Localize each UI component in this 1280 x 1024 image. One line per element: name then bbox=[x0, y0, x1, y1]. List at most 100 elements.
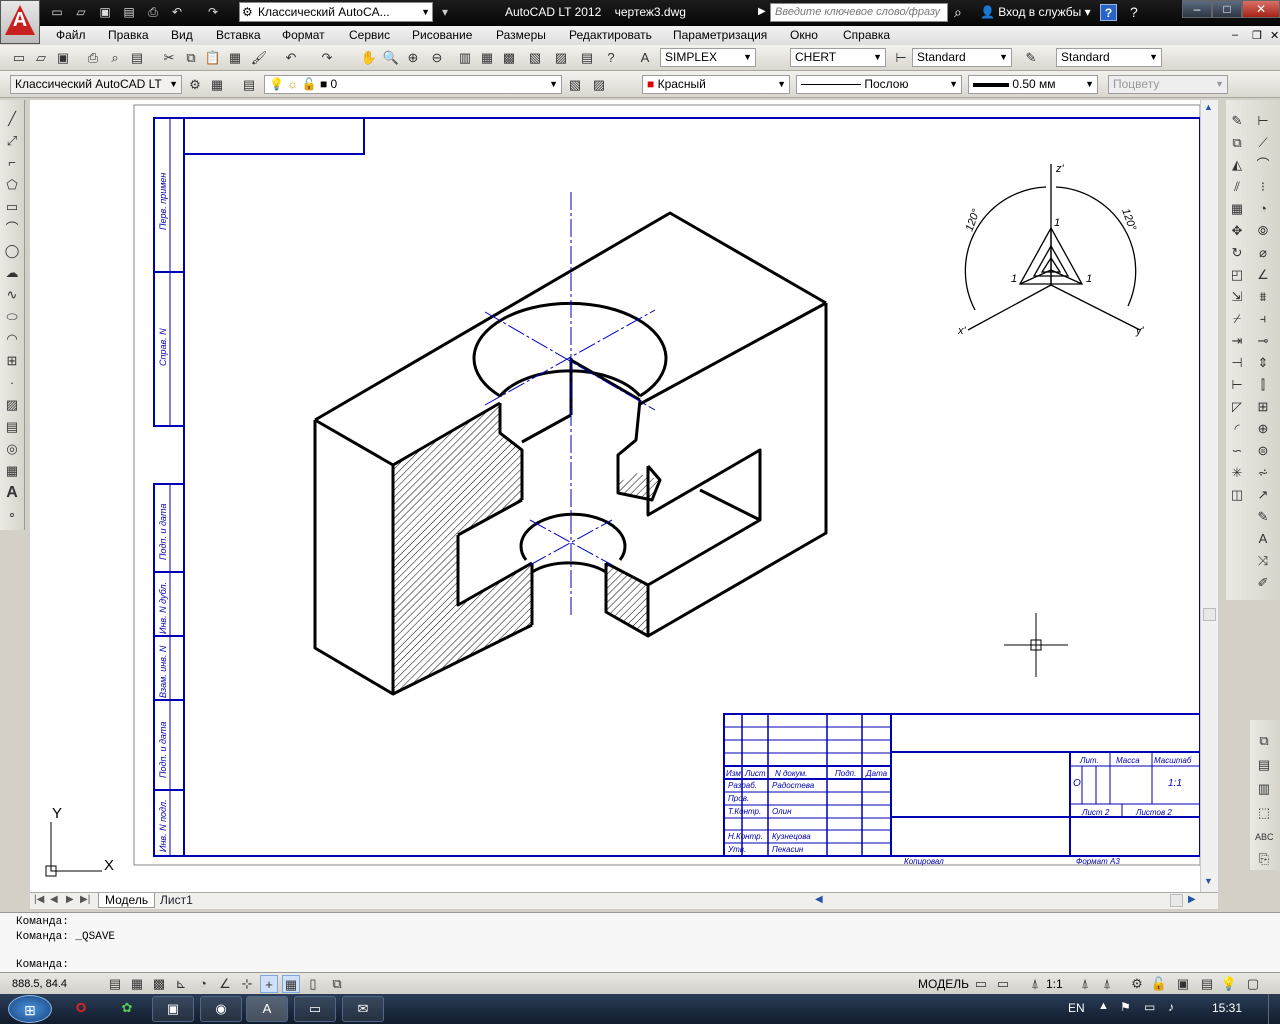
menu-parametric[interactable]: Параметризация bbox=[673, 28, 767, 42]
menu-draw[interactable]: Рисование bbox=[412, 28, 472, 42]
selection-cycling-icon[interactable]: ⧉ bbox=[328, 975, 346, 993]
close-button[interactable]: ✕ bbox=[1242, 0, 1280, 18]
scroll-down-icon[interactable]: ▼ bbox=[1204, 876, 1213, 886]
dim-text-edit-icon[interactable]: ✎ bbox=[1254, 508, 1272, 526]
icq-taskbar-icon[interactable]: ✿ bbox=[106, 996, 148, 1022]
ucs-icon[interactable]: ⬚ bbox=[1255, 804, 1273, 822]
hatch-icon[interactable]: ▨ bbox=[3, 396, 21, 414]
zoom-previous-icon[interactable]: ⊖ bbox=[428, 49, 446, 67]
command-window[interactable]: Команда: Команда: _QSAVE Команда: bbox=[0, 912, 1280, 972]
vertical-scrollbar[interactable]: ▲ ▼ bbox=[1200, 100, 1218, 892]
arc-length-icon[interactable]: ⌒ bbox=[1254, 156, 1272, 174]
layer-previous-icon[interactable]: ▨ bbox=[590, 76, 608, 94]
workspace-settings-icon[interactable]: ⚙ bbox=[186, 76, 204, 94]
ordinate-icon[interactable]: ⁝ bbox=[1254, 178, 1272, 196]
construction-line-icon[interactable]: ⤢ bbox=[3, 132, 21, 150]
tab-model[interactable]: Модель bbox=[98, 893, 156, 908]
line-icon[interactable]: ╱ bbox=[3, 110, 21, 128]
flag-icon[interactable]: ⚑ bbox=[1120, 1000, 1131, 1014]
menu-insert[interactable]: Вставка bbox=[216, 28, 261, 42]
explode-icon[interactable]: ✳ bbox=[1228, 464, 1246, 482]
opera-taskbar-icon[interactable]: O bbox=[60, 996, 102, 1022]
break-icon[interactable]: ⊣ bbox=[1228, 354, 1246, 372]
quick-view-layouts-icon[interactable]: ▭ bbox=[972, 975, 990, 993]
tolerance-icon[interactable]: ⊞ bbox=[1254, 398, 1272, 416]
angular-icon[interactable]: ∠ bbox=[1254, 266, 1272, 284]
autoscale-icon[interactable]: ⍋ bbox=[1098, 975, 1116, 993]
spell-check-icon[interactable]: ABC bbox=[1255, 828, 1274, 846]
show-desktop-button[interactable] bbox=[1268, 994, 1280, 1024]
otrack-icon[interactable]: ⊹ bbox=[238, 975, 256, 993]
annotation-scale-value[interactable]: 1:1 bbox=[1046, 977, 1063, 991]
blend-icon[interactable]: ∽ bbox=[1228, 442, 1246, 460]
search-input[interactable]: Введите ключевое слово/фразу bbox=[770, 3, 948, 22]
named-views-icon[interactable]: ⧉ bbox=[1255, 732, 1273, 750]
mtext-icon[interactable]: A bbox=[3, 484, 21, 502]
paste-icon[interactable]: 📋 bbox=[204, 49, 222, 67]
mail-taskbar-icon[interactable]: ✉ bbox=[342, 996, 384, 1022]
redo-icon[interactable]: ↷ bbox=[318, 49, 336, 67]
make-current-layer-icon[interactable]: ▧ bbox=[566, 76, 584, 94]
extend-icon[interactable]: ⇥ bbox=[1228, 332, 1246, 350]
workspace-switch-icon[interactable]: ⚙ bbox=[1128, 975, 1146, 993]
command-prompt[interactable]: Команда: bbox=[16, 959, 69, 971]
trim-icon[interactable]: ⌿ bbox=[1228, 310, 1246, 328]
table-icon[interactable]: ▦ bbox=[3, 462, 21, 480]
application-menu-button[interactable]: A bbox=[0, 0, 40, 44]
text-font-select[interactable]: CHERT ▼ bbox=[790, 48, 886, 67]
menu-edit[interactable]: Правка bbox=[108, 28, 149, 42]
calculator-icon[interactable]: ▤ bbox=[578, 49, 596, 67]
menu-dimension[interactable]: Размеры bbox=[496, 28, 546, 42]
inspect-icon[interactable]: ⊜ bbox=[1254, 442, 1272, 460]
save-as-icon[interactable]: ▤ bbox=[120, 3, 138, 21]
dim-style-select[interactable]: Standard ▼ bbox=[912, 48, 1012, 67]
add-selected-icon[interactable]: ∘ bbox=[3, 506, 21, 524]
clock[interactable]: 15:31 bbox=[1212, 1001, 1242, 1015]
layer-properties-icon[interactable]: ▤ bbox=[240, 76, 258, 94]
coordinates-readout[interactable]: 888.5, 84.4 bbox=[12, 978, 67, 990]
grid-display-icon[interactable]: ▩ bbox=[150, 975, 168, 993]
viewports-icon[interactable]: ▥ bbox=[1255, 780, 1273, 798]
prev-tab-icon[interactable]: ◀ bbox=[50, 894, 58, 905]
ellipse-icon[interactable]: ⬭ bbox=[3, 308, 21, 326]
dim-style-edit-icon[interactable]: ✐ bbox=[1254, 574, 1272, 592]
sheet-set-icon[interactable]: ▧ bbox=[526, 49, 544, 67]
maximize-button[interactable]: □ bbox=[1212, 0, 1242, 18]
menu-help[interactable]: Справка bbox=[843, 28, 890, 42]
workspace-combo[interactable]: Классический AutoCAD LT ▼ bbox=[10, 75, 182, 94]
start-button[interactable]: ⊞ bbox=[8, 995, 52, 1023]
text-style-select[interactable]: SIMPLEX ▼ bbox=[660, 48, 756, 67]
table-style-select[interactable]: Standard ▼ bbox=[1056, 48, 1162, 67]
tray-settings-icon[interactable]: ▤ bbox=[1198, 975, 1216, 993]
doc-restore-button[interactable]: ❐ bbox=[1252, 29, 1262, 42]
erase-icon[interactable]: ✎ bbox=[1228, 112, 1246, 130]
plot-icon[interactable]: ⎙ bbox=[84, 49, 102, 67]
ortho-mode-icon[interactable]: ⊾ bbox=[172, 975, 190, 993]
hscroll-thumb[interactable] bbox=[1170, 894, 1183, 907]
language-indicator[interactable]: EN bbox=[1068, 1001, 1085, 1015]
radius-icon[interactable]: ◔ bbox=[1254, 200, 1272, 218]
scroll-thumb[interactable] bbox=[1203, 608, 1216, 621]
linear-dimension-icon[interactable]: ⊢ bbox=[1254, 112, 1272, 130]
find-icon[interactable]: ⎘ bbox=[1255, 850, 1273, 868]
infer-constraints-icon[interactable]: ▤ bbox=[106, 975, 124, 993]
properties-icon[interactable]: ▥ bbox=[456, 49, 474, 67]
menu-window[interactable]: Окно bbox=[790, 28, 818, 42]
dim-space-icon[interactable]: ⇕ bbox=[1254, 354, 1272, 372]
markup-icon[interactable]: ▨ bbox=[552, 49, 570, 67]
gradient-icon[interactable]: ▤ bbox=[3, 418, 21, 436]
quick-dim-icon[interactable]: ⩩ bbox=[1254, 288, 1272, 306]
jogged-icon[interactable]: ⦾ bbox=[1254, 222, 1272, 240]
ie-taskbar-icon[interactable]: ◉ bbox=[200, 996, 242, 1022]
first-tab-icon[interactable]: |◀ bbox=[34, 894, 44, 905]
dim-edit-icon[interactable]: ↗ bbox=[1254, 486, 1272, 504]
annotation-visibility-icon[interactable]: ⍋ bbox=[1076, 975, 1094, 993]
table-style-icon[interactable]: ✎ bbox=[1022, 49, 1040, 67]
match-properties-icon[interactable]: 🖌 bbox=[250, 49, 268, 67]
osnap-icon[interactable]: ∠ bbox=[216, 975, 234, 993]
center-mark-icon[interactable]: ⊕ bbox=[1254, 420, 1272, 438]
menu-file[interactable]: Файл bbox=[56, 28, 86, 42]
arc-icon[interactable]: ⌒ bbox=[3, 220, 21, 238]
mirror-icon[interactable]: ◭ bbox=[1228, 156, 1246, 174]
last-tab-icon[interactable]: ▶| bbox=[80, 894, 90, 905]
